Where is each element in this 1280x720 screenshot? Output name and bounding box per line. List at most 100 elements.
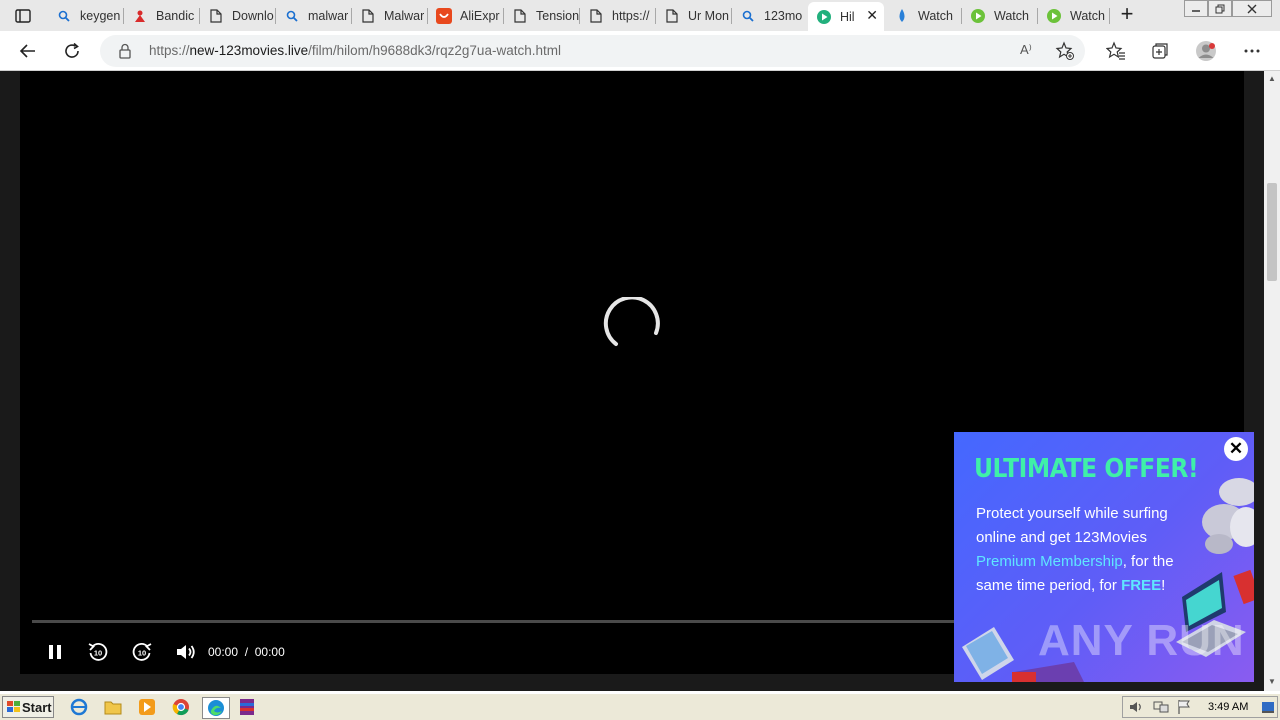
forward-10-button[interactable]: 10 <box>131 641 153 663</box>
tab-keygen[interactable]: keygen <box>48 3 124 28</box>
tab-hilom-active[interactable]: Hil ✕ <box>808 2 884 31</box>
network-icon[interactable] <box>1153 700 1169 714</box>
scroll-up-icon[interactable]: ▲ <box>1267 74 1277 84</box>
play-icon <box>816 9 832 25</box>
url-scheme: https:// <box>149 43 190 58</box>
search-icon <box>56 8 72 24</box>
tab-download[interactable]: Downlo <box>200 3 276 28</box>
ie-icon[interactable] <box>68 697 90 717</box>
rewind-10-button[interactable]: 10 <box>87 641 109 663</box>
tab-123movies-search[interactable]: 123mo <box>732 3 808 28</box>
page-icon <box>208 8 224 24</box>
flag-icon[interactable] <box>1177 699 1191 715</box>
start-label: Start <box>22 699 52 715</box>
tab-aliexpress[interactable]: AliExpr <box>428 3 504 28</box>
current-time: 00:00 <box>208 645 239 659</box>
tab-strip: keygen Bandic Downlo malwar Malwar AliEx… <box>0 0 1280 31</box>
windows-logo-icon <box>7 701 20 712</box>
tab-label: https:// <box>612 8 650 23</box>
page-icon <box>664 8 680 24</box>
winrar-icon[interactable] <box>236 697 258 717</box>
refresh-icon <box>65 42 79 58</box>
tab-label: Watch <box>918 8 953 23</box>
tab-watch-2[interactable]: Watch <box>962 3 1038 28</box>
search-icon <box>740 8 756 24</box>
ad-highlight-free: FREE <box>1121 577 1162 594</box>
tab-label: keygen <box>80 8 121 23</box>
bandicam-icon <box>132 8 148 24</box>
new-tab-button[interactable]: + <box>1116 3 1138 26</box>
restore-button[interactable] <box>1208 0 1232 17</box>
start-button[interactable]: Start <box>2 696 54 718</box>
forward-10-icon: 10 <box>132 643 152 661</box>
tab-bandicam[interactable]: Bandic <box>124 3 200 28</box>
tab-malware-search[interactable]: malwar <box>276 3 352 28</box>
collections-button[interactable] <box>1148 39 1172 63</box>
tab-tension[interactable]: Tension <box>504 3 580 28</box>
tab-label: Tension <box>536 8 580 23</box>
tab-label: Watch <box>1070 8 1105 23</box>
page-icon <box>512 8 528 24</box>
add-favorite-icon[interactable] <box>1055 41 1075 61</box>
ad-title: ULTIMATE OFFER! <box>974 454 1199 484</box>
tab-actions-icon[interactable] <box>14 7 32 25</box>
play-icon <box>1046 8 1062 24</box>
ad-text: Protect yourself while surfing online an… <box>976 505 1168 546</box>
tab-label: Malwar <box>384 8 425 23</box>
tab-label: Bandic <box>156 8 195 23</box>
edge-icon[interactable] <box>202 697 230 719</box>
time-separator: / <box>244 645 249 659</box>
system-tray <box>1122 696 1278 718</box>
scroll-down-icon[interactable]: ▼ <box>1267 677 1277 687</box>
back-button[interactable] <box>16 39 40 63</box>
tab-ur-mon[interactable]: Ur Mon <box>656 3 732 28</box>
minimize-button[interactable] <box>1184 0 1208 17</box>
lock-icon[interactable] <box>118 43 132 59</box>
address-bar[interactable]: https://new-123movies.live/film/hilom/h9… <box>100 35 1085 67</box>
url-text[interactable]: https://new-123movies.live/film/hilom/h9… <box>149 43 561 58</box>
watermark: ANY RUN <box>1038 616 1245 665</box>
refresh-button[interactable] <box>60 39 84 63</box>
minimize-icon <box>1192 9 1200 12</box>
restore-icon <box>1215 4 1225 13</box>
taskbar-clock: 3:49 AM <box>1208 701 1249 713</box>
profile-button[interactable] <box>1194 39 1218 63</box>
search-icon <box>284 8 300 24</box>
ad-body: Protect yourself while surfing online an… <box>976 502 1176 598</box>
close-tab-icon[interactable]: ✕ <box>866 7 878 24</box>
tab-label: malwar <box>308 8 349 23</box>
ad-close-button[interactable]: ✕ <box>1224 437 1248 461</box>
avatar-icon <box>1196 41 1216 61</box>
time-display: 00:00 / 00:00 <box>208 645 285 659</box>
favorites-star-icon <box>1106 41 1125 60</box>
pause-button[interactable] <box>44 641 66 663</box>
close-window-button[interactable] <box>1232 0 1272 17</box>
chrome-icon[interactable] <box>170 697 192 717</box>
ad-popup[interactable]: ULTIMATE OFFER! Protect yourself while s… <box>954 432 1254 682</box>
folder-icon[interactable] <box>102 697 124 717</box>
browser-toolbar: https://new-123movies.live/film/hilom/h9… <box>0 31 1280 71</box>
tab-watch-1[interactable]: Watch <box>886 3 962 28</box>
more-dots-icon <box>1244 49 1260 53</box>
tab-malware-page[interactable]: Malwar <box>352 3 428 28</box>
drop-icon <box>894 8 910 24</box>
tab-label: AliExpr <box>460 8 500 23</box>
loading-spinner-icon <box>603 297 660 346</box>
read-aloud-icon[interactable]: A⁾ <box>1020 42 1032 58</box>
media-player-icon[interactable] <box>136 697 158 717</box>
favorites-button[interactable] <box>1104 39 1128 63</box>
volume-icon <box>177 645 195 659</box>
tab-watch-3[interactable]: Watch <box>1038 3 1110 28</box>
settings-menu-button[interactable] <box>1240 39 1264 63</box>
speaker-icon[interactable] <box>1129 700 1145 714</box>
rewind-10-icon: 10 <box>88 643 108 661</box>
svg-text:10: 10 <box>138 649 146 658</box>
aliexpress-icon <box>436 7 452 24</box>
show-desktop-icon[interactable] <box>1261 700 1275 714</box>
page-scrollbar[interactable]: ▲ ▼ <box>1264 71 1280 691</box>
tab-https[interactable]: https:// <box>580 3 656 28</box>
volume-button[interactable] <box>175 641 197 663</box>
taskbar: Start 3:49 AM <box>0 693 1280 720</box>
page-icon <box>588 8 604 24</box>
scrollbar-thumb[interactable] <box>1267 183 1277 281</box>
